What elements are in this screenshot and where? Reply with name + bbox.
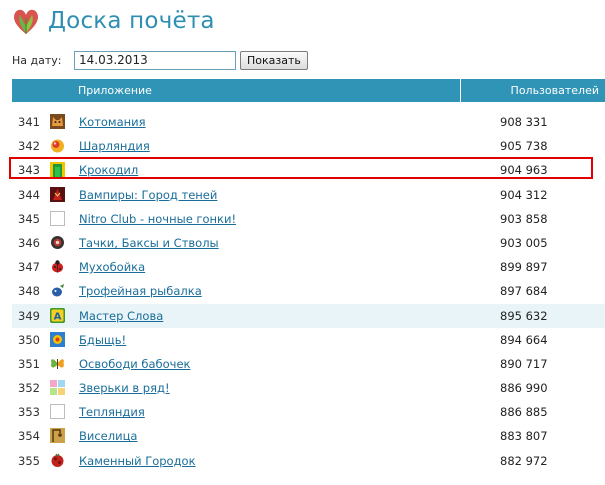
vampire-icon xyxy=(50,186,65,202)
rank-cell: 344 xyxy=(18,187,40,202)
users-count-cell: 903 858 xyxy=(500,211,548,226)
app-link[interactable]: Nitro Club - ночные гонки! xyxy=(79,207,236,231)
users-count-cell: 899 897 xyxy=(500,260,548,275)
table-row: 349 A Мастер Слова 895 632 xyxy=(12,303,605,328)
ladybug-icon xyxy=(50,259,65,274)
app-link[interactable]: Вампиры: Город теней xyxy=(79,183,217,207)
rank-cell: 347 xyxy=(18,260,40,275)
rank-cell: 351 xyxy=(18,356,40,371)
app-link[interactable]: Виселица xyxy=(79,424,137,448)
users-count-cell: 895 632 xyxy=(500,308,548,323)
app-link[interactable]: Тачки, Баксы и Стволы xyxy=(79,231,219,255)
table-row: 346 Тачки, Баксы и Стволы 903 005 xyxy=(12,231,605,255)
wheel-icon xyxy=(50,235,65,250)
app-link[interactable]: Каменный Городок xyxy=(79,449,196,473)
users-count-cell: 904 963 xyxy=(500,163,548,178)
fish-icon xyxy=(50,283,65,298)
app-link[interactable]: Крокодил xyxy=(79,158,138,182)
svg-text:A: A xyxy=(54,311,62,322)
table-row: 353 Тепляндия 886 885 xyxy=(12,400,605,424)
table-row: 348 Трофейная рыбалка 897 684 xyxy=(12,279,605,303)
table-row: 344 Вампиры: Город теней 904 312 xyxy=(12,183,605,207)
page-header: Доска почёта xyxy=(10,4,215,38)
app-link[interactable]: Мастер Слова xyxy=(79,304,163,328)
users-count-cell: 886 990 xyxy=(500,381,548,396)
app-link[interactable]: Бдыщь! xyxy=(79,328,126,352)
cat-icon xyxy=(50,114,65,129)
balls-icon xyxy=(50,138,65,153)
table-row: 341 Котомания 908 331 xyxy=(12,110,605,134)
date-input[interactable] xyxy=(74,50,236,70)
rank-cell: 350 xyxy=(18,332,40,347)
stone-town-icon xyxy=(50,453,65,468)
column-header-app: Приложение xyxy=(78,84,152,97)
animals-icon xyxy=(50,380,65,396)
users-count-cell: 886 885 xyxy=(500,405,548,420)
users-count-cell: 897 684 xyxy=(500,284,548,299)
rank-cell: 346 xyxy=(18,235,40,250)
table-row: 354 Виселица 883 807 xyxy=(12,424,605,448)
app-link[interactable]: Освободи бабочек xyxy=(79,352,190,376)
table-row: 352 Зверьки в ряд! 886 990 xyxy=(12,376,605,400)
users-count-cell: 904 312 xyxy=(500,187,548,202)
column-header-users: Пользователей xyxy=(510,84,599,97)
crocodile-icon xyxy=(50,162,65,178)
table-row: 345 Nitro Club - ночные гонки! 903 858 xyxy=(12,207,605,231)
date-filter: На дату: Показать xyxy=(12,49,308,71)
app-link[interactable]: Тепляндия xyxy=(79,400,145,424)
table-row: 343 Крокодил 904 963 xyxy=(12,158,605,182)
gallows-icon xyxy=(50,428,65,444)
table-row: 351 Освободи бабочек 890 717 xyxy=(12,352,605,376)
rank-cell: 342 xyxy=(18,139,40,154)
page-title: Доска почёта xyxy=(48,8,215,34)
ranking-table-body: 341 Котомания 908 331 342 Шарляндия 905 738 34… xyxy=(12,110,605,473)
users-count-cell: 883 807 xyxy=(500,429,548,444)
table-header: Приложение Пользователей xyxy=(12,79,605,102)
rank-cell: 343 xyxy=(18,163,40,178)
rank-cell: 341 xyxy=(18,115,40,129)
rank-cell: 353 xyxy=(18,405,40,420)
users-count-cell: 905 738 xyxy=(500,139,548,154)
users-count-cell: 890 717 xyxy=(500,356,548,371)
app-link[interactable]: Трофейная рыбалка xyxy=(79,279,202,303)
rank-cell: 355 xyxy=(18,453,40,468)
rank-cell: 352 xyxy=(18,381,40,396)
app-link[interactable]: Котомания xyxy=(79,110,146,134)
app-link[interactable]: Шарляндия xyxy=(79,134,150,158)
letter-a-icon: A xyxy=(50,307,65,323)
leaf-heart-logo-icon xyxy=(14,9,38,34)
rank-cell: 345 xyxy=(18,211,40,226)
column-divider xyxy=(460,79,461,102)
users-count-cell: 903 005 xyxy=(500,235,548,250)
show-button[interactable]: Показать xyxy=(240,50,308,70)
users-count-cell: 882 972 xyxy=(500,453,548,468)
rank-cell: 354 xyxy=(18,429,40,444)
app-link[interactable]: Зверьки в ряд! xyxy=(79,376,170,400)
table-row: 347 Мухобойка 899 897 xyxy=(12,255,605,279)
users-count-cell: 894 664 xyxy=(500,332,548,347)
date-label: На дату: xyxy=(12,53,62,67)
bdysch-icon xyxy=(50,331,65,347)
app-link[interactable]: Мухобойка xyxy=(79,255,145,279)
users-count-cell: 908 331 xyxy=(500,115,548,129)
rank-cell: 349 xyxy=(18,308,40,323)
table-row: 355 Каменный Городок 882 972 xyxy=(12,449,605,473)
rank-cell: 348 xyxy=(18,284,40,299)
blank-icon xyxy=(50,210,65,226)
blank-icon xyxy=(50,404,65,420)
butterfly-icon xyxy=(50,356,65,371)
table-row: 342 Шарляндия 905 738 xyxy=(12,134,605,158)
table-row: 350 Бдыщь! 894 664 xyxy=(12,328,605,352)
